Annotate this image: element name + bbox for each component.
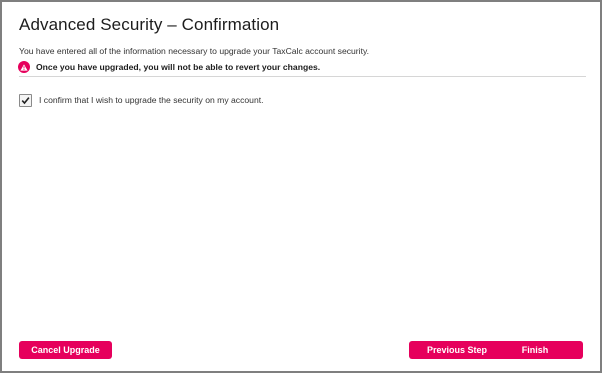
checkmark-icon xyxy=(21,96,30,104)
warning-text: Once you have upgraded, you will not be … xyxy=(36,62,321,72)
cancel-upgrade-button[interactable]: Cancel Upgrade xyxy=(19,341,112,359)
page-title: Advanced Security – Confirmation xyxy=(19,15,280,34)
intro-text: You have entered all of the information … xyxy=(19,46,370,56)
finish-button[interactable]: Finish xyxy=(505,341,565,359)
confirm-row: I confirm that I wish to upgrade the sec… xyxy=(19,93,264,107)
confirm-checkbox[interactable] xyxy=(19,93,32,107)
divider xyxy=(19,76,586,77)
dialog-window: Advanced Security – Confirmation You hav… xyxy=(0,0,602,373)
navigation-button-group: Previous Step Finish xyxy=(409,341,583,359)
warning-message: Once you have upgraded, you will not be … xyxy=(18,60,320,74)
confirm-label: I confirm that I wish to upgrade the sec… xyxy=(39,95,264,105)
previous-step-button[interactable]: Previous Step xyxy=(409,341,505,359)
warning-triangle-icon xyxy=(18,61,30,73)
